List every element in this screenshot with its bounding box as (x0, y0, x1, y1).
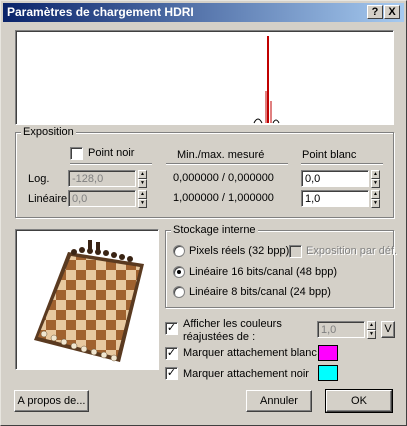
default-exposure-checkbox[interactable] (289, 245, 302, 258)
hdri-dialog: Paramètres de chargement HDRI ? X Exposi… (0, 0, 407, 426)
linear-minmax-value: 1,000000 / 1,000000 (173, 192, 274, 204)
log-white-spinner[interactable]: ▲ ▼ (371, 170, 380, 188)
linear-label: Linéaire (28, 193, 68, 205)
mark-black-checkbox[interactable]: ✓ (165, 367, 178, 380)
black-point-divider (70, 163, 152, 165)
preview-panel (15, 229, 159, 370)
window-title: Paramètres de chargement HDRI (7, 5, 194, 19)
radio-pixels-reels[interactable] (173, 245, 185, 257)
adjust-colors-checkbox[interactable]: ✓ (165, 322, 178, 335)
adjust-colors-label-line1: Afficher les couleurs (183, 318, 282, 330)
mark-white-color-swatch[interactable] (318, 345, 338, 361)
radio-lineaire-8[interactable] (173, 286, 185, 298)
about-button[interactable]: A propos de... (14, 390, 89, 412)
log-black-spinner[interactable]: ▲ ▼ (138, 170, 147, 188)
point-noir-label: Point noir (88, 147, 135, 159)
point-blanc-header: Point blanc (302, 149, 357, 161)
linear-black-spinner[interactable]: ▲ ▼ (138, 190, 147, 208)
mark-black-label: Marquer attachement noir (183, 368, 309, 380)
storage-group-label: Stockage interne (171, 224, 258, 236)
minmax-divider (166, 163, 288, 165)
log-label: Log. (28, 173, 50, 185)
adjust-colors-label-line2: réajustées de : (183, 331, 256, 343)
white-point-divider (301, 163, 383, 165)
mark-black-color-swatch[interactable] (318, 365, 338, 381)
cancel-button[interactable]: Annuler (246, 390, 312, 412)
help-button[interactable]: ? (367, 5, 383, 19)
default-exposure-label: Exposition par déf. (306, 245, 398, 257)
point-noir-checkbox[interactable] (70, 147, 83, 160)
adjust-value-spinner[interactable]: ▲ ▼ (367, 321, 376, 339)
radio-pixels-reels-label: Pixels réels (32 bpp) (189, 245, 290, 257)
log-white-input[interactable]: 0,0 (301, 170, 369, 187)
radio-lineaire-16[interactable] (173, 266, 185, 278)
log-black-input[interactable]: -128,0 (68, 170, 136, 187)
mark-white-checkbox[interactable]: ✓ (165, 347, 178, 360)
v-button[interactable]: V (381, 321, 395, 338)
linear-white-spinner[interactable]: ▲ ▼ (371, 190, 380, 208)
mark-white-label: Marquer attachement blanc (183, 347, 317, 359)
log-minmax-value: 0,000000 / 0,000000 (173, 172, 274, 184)
linear-white-input[interactable]: 1,0 (301, 190, 369, 207)
radio-lineaire-16-label: Linéaire 16 bits/canal (48 bpp) (189, 266, 337, 278)
ok-button[interactable]: OK (325, 389, 393, 413)
histogram-bump-right (272, 119, 280, 124)
histogram-graph (253, 36, 280, 124)
linear-black-input[interactable]: 0,0 (68, 190, 136, 207)
adjust-value-input[interactable]: 1,0 (317, 321, 365, 338)
radio-lineaire-8-label: Linéaire 8 bits/canal (24 bpp) (189, 286, 331, 298)
close-button[interactable]: X (384, 5, 400, 19)
exposure-group-label: Exposition (21, 126, 76, 138)
title-bar: Paramètres de chargement HDRI ? X (3, 3, 404, 22)
minmax-header: Min./max. mesuré (177, 149, 265, 161)
histogram-bump-left (253, 118, 263, 124)
histogram-panel (15, 30, 394, 125)
chessboard-preview-image (34, 240, 144, 362)
